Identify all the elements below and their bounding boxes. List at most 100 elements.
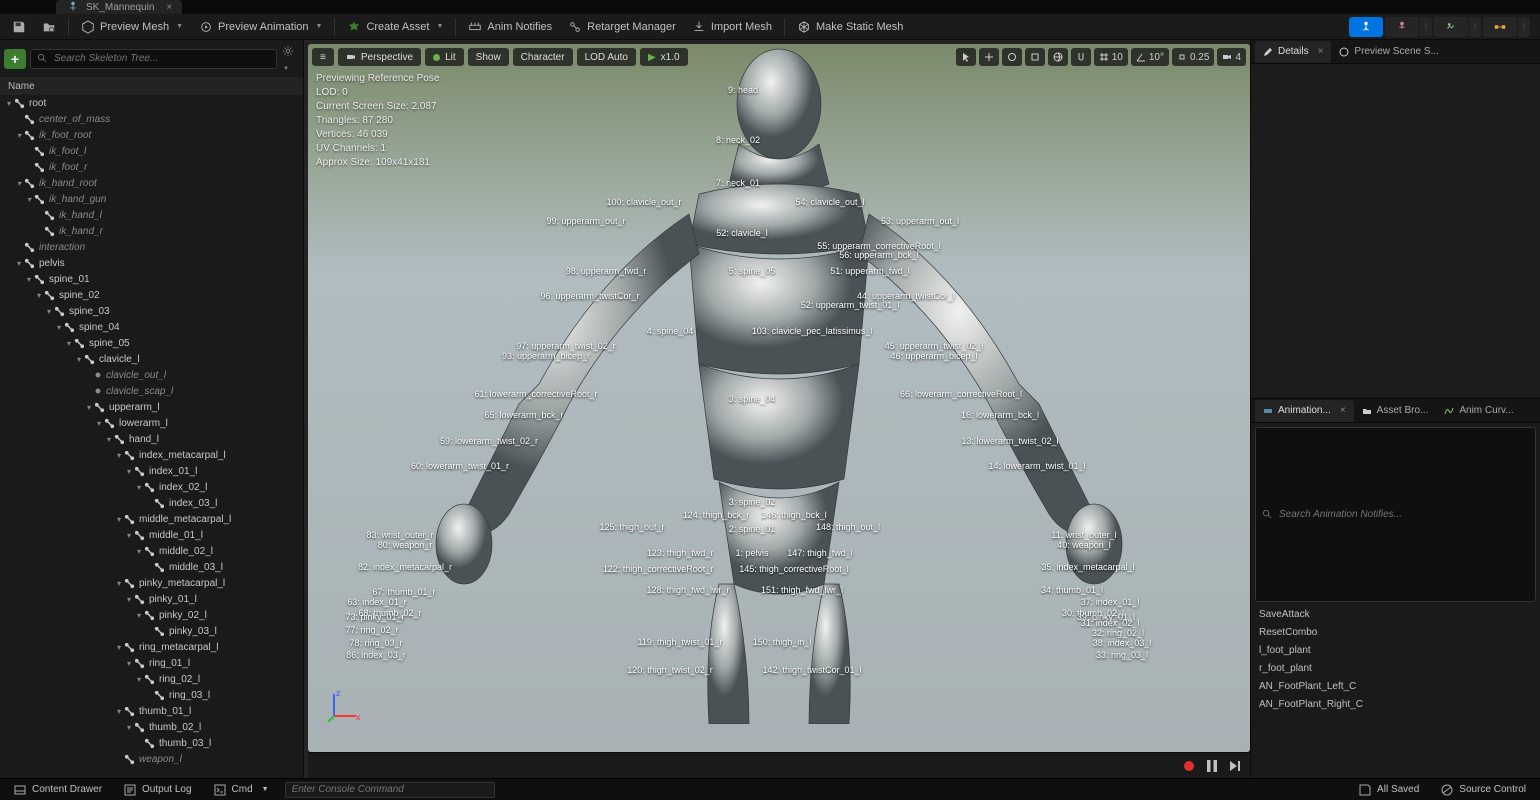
tree-item[interactable]: center_of_mass xyxy=(0,111,303,127)
step-forward-button[interactable] xyxy=(1228,759,1242,773)
tree-item[interactable]: ▾index_metacarpal_l xyxy=(0,447,303,463)
tree-item[interactable]: ▾index_02_l xyxy=(0,479,303,495)
tree-item[interactable]: ik_foot_l xyxy=(0,143,303,159)
tree-item[interactable]: ▾thumb_02_l xyxy=(0,719,303,735)
record-button[interactable] xyxy=(1182,759,1196,773)
tab-animation[interactable]: Animation...× xyxy=(1255,400,1354,422)
tree-item[interactable]: ▾ik_hand_root xyxy=(0,175,303,191)
content-drawer-button[interactable]: Content Drawer xyxy=(8,782,108,798)
mode-mesh[interactable]: ⋮ xyxy=(1385,17,1432,37)
mode-bp[interactable]: ⋮ xyxy=(1483,17,1530,37)
anim-notifies-button[interactable]: Anim Notifies xyxy=(460,17,560,37)
notify-item[interactable]: AN_FootPlant_Left_C xyxy=(1251,678,1540,696)
retarget-icon xyxy=(568,20,582,34)
tree-item[interactable]: ▾middle_02_l xyxy=(0,543,303,559)
tree-item[interactable]: ring_03_l xyxy=(0,687,303,703)
tab-details[interactable]: Details× xyxy=(1255,41,1331,63)
tree-item[interactable]: ▾ik_foot_root xyxy=(0,127,303,143)
tab-preview-scene[interactable]: Preview Scene S... xyxy=(1331,41,1446,63)
save-button[interactable] xyxy=(4,17,34,37)
create-icon xyxy=(347,20,361,34)
scm-icon xyxy=(1441,784,1453,796)
tree-item[interactable]: ▾spine_05 xyxy=(0,335,303,351)
make-static-button[interactable]: Make Static Mesh xyxy=(789,17,911,37)
tree-item[interactable]: ▾pinky_metacarpal_l xyxy=(0,575,303,591)
tree-item[interactable]: ▾pelvis xyxy=(0,255,303,271)
notify-item[interactable]: ResetCombo xyxy=(1251,624,1540,642)
mode-anim[interactable]: ⋮ xyxy=(1434,17,1481,37)
tree-item[interactable]: ▾pinky_01_l xyxy=(0,591,303,607)
source-control-button[interactable]: Source Control xyxy=(1435,782,1532,798)
scene-icon xyxy=(1339,47,1349,57)
tree-item[interactable]: weapon_l xyxy=(0,751,303,767)
tree-item[interactable]: thumb_03_l xyxy=(0,735,303,751)
tree-item[interactable]: ▾spine_03 xyxy=(0,303,303,319)
tree-item[interactable]: ik_foot_r xyxy=(0,159,303,175)
tree-item[interactable]: ▾index_01_l xyxy=(0,463,303,479)
tree-item[interactable]: ▾ring_02_l xyxy=(0,671,303,687)
tree-item[interactable]: ▾clavicle_l xyxy=(0,351,303,367)
notify-item[interactable]: SaveAttack xyxy=(1251,606,1540,624)
notify-search[interactable] xyxy=(1255,427,1536,602)
tree-item[interactable]: clavicle_scap_l xyxy=(0,383,303,399)
asset-tab[interactable]: SK_Mannequin × xyxy=(56,0,182,14)
tree-item[interactable]: ▾middle_01_l xyxy=(0,527,303,543)
main-toolbar: Preview Mesh▼ Preview Animation▼ Create … xyxy=(0,14,1540,40)
tree-item[interactable]: ▾middle_metacarpal_l xyxy=(0,511,303,527)
retarget-button[interactable]: Retarget Manager xyxy=(560,17,684,37)
browse-button[interactable] xyxy=(34,17,64,37)
tab-title: SK_Mannequin xyxy=(86,2,154,13)
settings-button[interactable]: ▼ xyxy=(281,44,299,73)
tree-item[interactable]: ik_hand_l xyxy=(0,207,303,223)
notify-item[interactable]: r_foot_plant xyxy=(1251,660,1540,678)
tree-item[interactable]: ▾root xyxy=(0,95,303,111)
search-input[interactable] xyxy=(30,49,277,69)
tree-item[interactable]: pinky_03_l xyxy=(0,623,303,639)
tree-body[interactable]: ▾rootcenter_of_mass▾ik_foot_rootik_foot_… xyxy=(0,95,303,778)
close-icon[interactable]: × xyxy=(166,2,172,13)
preview-anim-button[interactable]: Preview Animation▼ xyxy=(191,17,330,37)
tree-item[interactable]: ▾ring_metacarpal_l xyxy=(0,639,303,655)
notify-item[interactable]: l_foot_plant xyxy=(1251,642,1540,660)
tree-item[interactable]: clavicle_out_l xyxy=(0,367,303,383)
scale-snap[interactable]: 0.25 xyxy=(1172,48,1214,66)
tree-item[interactable]: ▾pinky_02_l xyxy=(0,607,303,623)
mode-skeleton[interactable] xyxy=(1349,17,1383,37)
mesh-mode-icon xyxy=(1395,20,1409,34)
cmd-button[interactable]: Cmd▼ xyxy=(208,782,275,798)
details-body xyxy=(1251,64,1540,398)
tree-item[interactable]: ▾spine_02 xyxy=(0,287,303,303)
tree-item[interactable]: ▾ik_hand_gun xyxy=(0,191,303,207)
tree-item[interactable]: ▾hand_l xyxy=(0,431,303,447)
anim-icon xyxy=(199,20,213,34)
output-log-button[interactable]: Output Log xyxy=(118,782,197,798)
log-icon xyxy=(124,784,136,796)
add-button[interactable]: + xyxy=(4,49,26,69)
tree-item[interactable]: ▾spine_04 xyxy=(0,319,303,335)
tree-item[interactable]: ▾lowerarm_l xyxy=(0,415,303,431)
all-saved-indicator[interactable]: All Saved xyxy=(1353,782,1425,798)
pause-button[interactable] xyxy=(1206,759,1218,773)
create-asset-button[interactable]: Create Asset▼ xyxy=(339,17,451,37)
tree-item[interactable]: ▾ring_01_l xyxy=(0,655,303,671)
camera-speed[interactable]: 4 xyxy=(1217,48,1246,66)
mesh-icon xyxy=(81,20,95,34)
tree-header: Name xyxy=(0,77,303,95)
tree-item[interactable]: ik_hand_r xyxy=(0,223,303,239)
tree-item[interactable]: index_03_l xyxy=(0,495,303,511)
console-input[interactable] xyxy=(285,782,495,798)
tree-item[interactable]: ▾spine_01 xyxy=(0,271,303,287)
notify-item[interactable]: AN_FootPlant_Right_C xyxy=(1251,696,1540,714)
tab-asset-browser[interactable]: Asset Bro... xyxy=(1354,400,1437,422)
tree-item[interactable]: ▾thumb_01_l xyxy=(0,703,303,719)
close-icon[interactable]: × xyxy=(1318,46,1324,57)
tab-anim-curves[interactable]: Anim Curv... xyxy=(1436,400,1521,422)
viewport[interactable]: ≡ Perspective Lit Show Character LOD Aut… xyxy=(308,44,1250,752)
preview-mesh-button[interactable]: Preview Mesh▼ xyxy=(73,17,191,37)
close-icon[interactable]: × xyxy=(1340,405,1346,416)
notify-list[interactable]: SaveAttackResetCombol_foot_plantr_foot_p… xyxy=(1251,606,1540,779)
tree-item[interactable]: middle_03_l xyxy=(0,559,303,575)
tree-item[interactable]: interaction xyxy=(0,239,303,255)
tree-item[interactable]: ▾upperarm_l xyxy=(0,399,303,415)
import-mesh-button[interactable]: Import Mesh xyxy=(684,17,780,37)
